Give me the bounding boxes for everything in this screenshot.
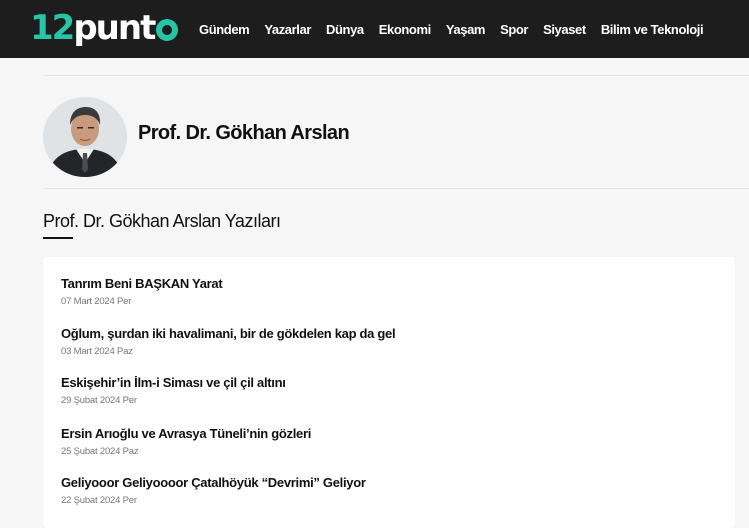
article-title[interactable]: Eskişehir’in İlm-i Siması ve çil çil alt… (61, 375, 286, 390)
site-logo[interactable]: 12 punt (30, 6, 179, 50)
main-nav: Gündem Yazarlar Dünya Ekonomi Yaşam Spor… (199, 0, 718, 58)
list-item: Eskişehir’in İlm-i Siması ve çil çil alt… (61, 375, 286, 406)
site-header: 12 punt Gündem Yazarlar Dünya Ekonomi Yaş… (0, 0, 749, 58)
author-divider (43, 188, 749, 189)
nav-item-spor[interactable]: Spor (500, 22, 528, 37)
top-divider (43, 75, 749, 76)
section-underline (43, 237, 73, 239)
nav-item-bilim-teknoloji[interactable]: Bilim ve Teknoloji (601, 22, 704, 37)
nav-item-gundem[interactable]: Gündem (199, 22, 250, 37)
article-title[interactable]: Ersin Arıoğlu ve Avrasya Tüneli’nin gözl… (61, 426, 311, 441)
list-item: Ersin Arıoğlu ve Avrasya Tüneli’nin gözl… (61, 426, 311, 457)
list-item: Oğlum, şurdan iki havalimani, bir de gök… (61, 326, 396, 357)
article-title[interactable]: Geliyooor Geliyoooor Çatalhöyük “Devrimi… (61, 475, 366, 490)
article-title[interactable]: Oğlum, şurdan iki havalimani, bir de gök… (61, 326, 396, 341)
logo-o-mark (156, 19, 179, 41)
article-date: 07 Mart 2024 Per (61, 296, 132, 307)
nav-item-yasam[interactable]: Yaşam (446, 22, 486, 37)
nav-item-dunya[interactable]: Dünya (326, 22, 364, 37)
list-item: Geliyooor Geliyoooor Çatalhöyük “Devrimi… (61, 475, 366, 506)
list-item: Tanrım Beni BAŞKAN Yarat 07 Mart 2024 Pe… (61, 276, 223, 307)
nav-item-yazarlar[interactable]: Yazarlar (264, 22, 311, 37)
author-name: Prof. Dr. Gökhan Arslan (138, 122, 350, 144)
logo-word: punt (73, 8, 156, 48)
nav-item-siyaset[interactable]: Siyaset (543, 22, 586, 37)
article-date: 29 Şubat 2024 Per (61, 395, 137, 406)
article-date: 22 Şubat 2024 Per (61, 495, 137, 506)
logo-number: 12 (30, 8, 75, 48)
author-photo-icon (43, 97, 127, 177)
article-date: 25 Şubat 2024 Paz (61, 446, 139, 457)
articles-list: Tanrım Beni BAŞKAN Yarat 07 Mart 2024 Pe… (43, 257, 735, 528)
article-date: 03 Mart 2024 Paz (61, 346, 133, 357)
article-title[interactable]: Tanrım Beni BAŞKAN Yarat (61, 276, 223, 291)
section-title: Prof. Dr. Gökhan Arslan Yazıları (43, 211, 281, 231)
author-avatar (43, 97, 127, 177)
nav-item-ekonomi[interactable]: Ekonomi (379, 22, 432, 37)
